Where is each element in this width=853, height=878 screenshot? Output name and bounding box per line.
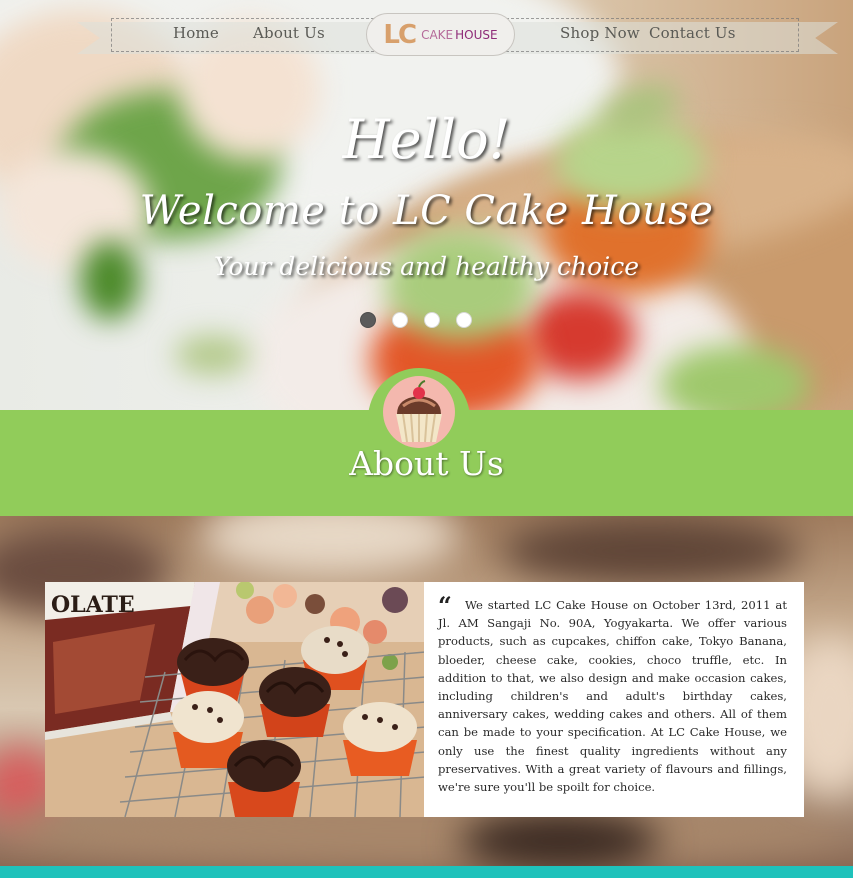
slider-dot[interactable] — [424, 312, 440, 328]
slider-dot[interactable] — [360, 312, 376, 328]
nav-shop-link[interactable]: Shop Now — [560, 24, 640, 42]
about-quote-card: We started LC Cake House on October 13rd… — [424, 582, 804, 817]
story-background-blur — [500, 516, 800, 586]
hero-welcome-heading: Welcome to LC Cake House — [139, 188, 714, 234]
hero-hello-heading: Hello! — [342, 108, 511, 171]
book-title: OLATE — [51, 592, 135, 618]
cupcakes-photo: OLATE — [45, 582, 424, 817]
footer-strip — [0, 866, 853, 878]
about-story-text: We started LC Cake House on October 13rd… — [438, 598, 787, 795]
site-logo[interactable]: LC CAKE HOUSE — [366, 13, 515, 56]
logo-lc-text: LC — [383, 19, 417, 50]
story-background-blur — [460, 811, 660, 866]
cupcake-icon — [383, 376, 455, 448]
hero-berries — [525, 290, 635, 380]
quote-icon: “ — [438, 591, 452, 620]
slider-dots — [360, 312, 472, 328]
hero-banner: Home About Us Shop Now Contact Us LC CAK… — [0, 0, 853, 410]
logo-cake-text: CAKE — [421, 27, 454, 42]
slider-dot[interactable] — [456, 312, 472, 328]
nav-home-link[interactable]: Home — [173, 24, 219, 42]
hero-tagline: Your delicious and healthy choice — [213, 252, 639, 281]
logo-house-text: HOUSE — [455, 27, 498, 42]
slider-dot[interactable] — [392, 312, 408, 328]
hero-chocolate-piece — [175, 335, 250, 375]
nav-about-link[interactable]: About Us — [253, 24, 325, 42]
nav-contact-link[interactable]: Contact Us — [649, 24, 736, 42]
story-background-blur — [200, 516, 460, 576]
about-title: About Us — [349, 444, 504, 483]
